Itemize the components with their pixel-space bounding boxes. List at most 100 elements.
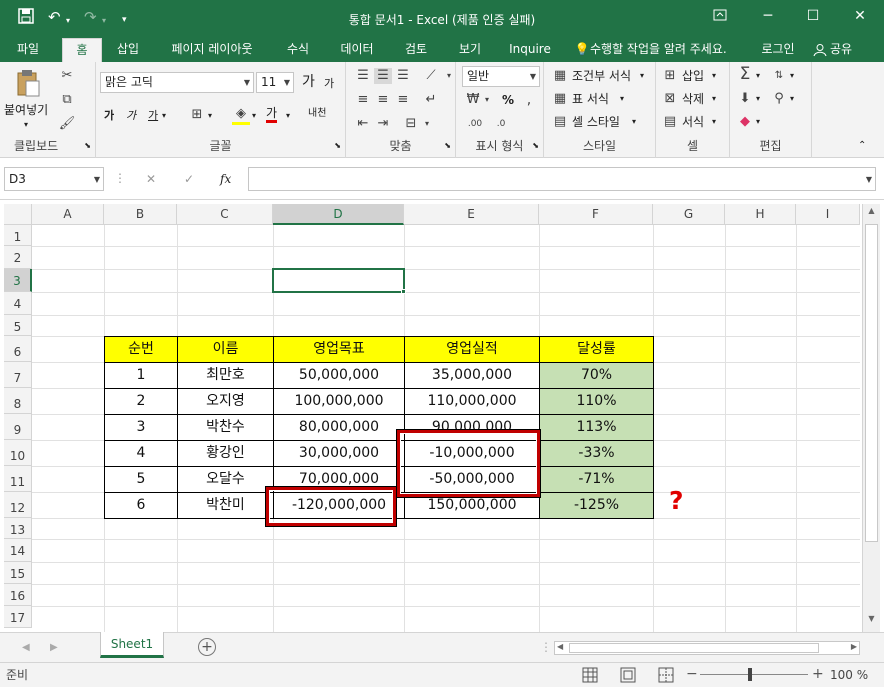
sheet-tab-sheet1[interactable]: Sheet1 bbox=[100, 632, 164, 658]
col-header-a[interactable]: A bbox=[32, 204, 104, 225]
expand-formula-icon[interactable]: ▼ bbox=[866, 170, 872, 189]
active-cell-d3[interactable] bbox=[272, 268, 405, 293]
table-cell-rate[interactable]: -125% bbox=[539, 492, 654, 519]
increase-indent-icon[interactable]: ⇥ bbox=[374, 116, 392, 132]
enter-icon[interactable]: ✓ bbox=[184, 171, 194, 187]
fill-icon[interactable]: ⬇ bbox=[736, 91, 754, 107]
col-header-e[interactable]: E bbox=[404, 204, 539, 225]
table-cell[interactable]: 100,000,000 bbox=[273, 388, 405, 415]
row-header[interactable]: 16 bbox=[4, 584, 32, 606]
horizontal-scroll-thumb[interactable] bbox=[569, 643, 819, 653]
scroll-sheets-left-icon[interactable]: ◀ bbox=[22, 640, 30, 656]
format-table-button[interactable]: 표 서식 bbox=[572, 91, 609, 107]
paste-icon[interactable] bbox=[14, 68, 42, 98]
conditional-format-button[interactable]: 조건부 서식 bbox=[572, 68, 631, 84]
worksheet[interactable]: A B C D E F G H I 1 2 3 4 5 6 7 8 9 10 1… bbox=[0, 200, 884, 632]
format-painter-icon[interactable]: 🖌 bbox=[58, 116, 76, 132]
tab-view[interactable]: 보기 bbox=[450, 38, 490, 62]
tab-file[interactable]: 파일 bbox=[8, 38, 48, 62]
col-header-g[interactable]: G bbox=[653, 204, 725, 225]
table-cell-rate[interactable]: 70% bbox=[539, 362, 654, 389]
dialog-launcher-icon[interactable]: ⬊ bbox=[444, 138, 451, 154]
comma-icon[interactable]: , bbox=[522, 92, 536, 108]
close-button[interactable]: ✕ bbox=[850, 8, 870, 24]
col-header-b[interactable]: B bbox=[104, 204, 177, 225]
table-cell[interactable]: 6 bbox=[104, 492, 178, 519]
table-cell[interactable]: 황강인 bbox=[177, 440, 274, 467]
shrink-font-button[interactable]: 가 bbox=[324, 76, 334, 92]
table-cell[interactable]: 오달수 bbox=[177, 466, 274, 493]
row-header[interactable]: 13 bbox=[4, 518, 32, 539]
font-color-dropdown-icon[interactable]: ▾ bbox=[286, 108, 290, 124]
scroll-up-icon[interactable]: ▲ bbox=[865, 206, 878, 220]
table-cell[interactable]: 1 bbox=[104, 362, 178, 389]
formula-input[interactable]: ▼ bbox=[248, 167, 876, 191]
tab-insert[interactable]: 삽입 bbox=[108, 38, 148, 62]
name-box[interactable]: D3 ▼ bbox=[4, 167, 104, 191]
table-cell[interactable]: 오지영 bbox=[177, 388, 274, 415]
align-middle-icon[interactable]: ☰ bbox=[374, 68, 392, 84]
align-right-icon[interactable]: ≡ bbox=[394, 92, 412, 108]
italic-button[interactable]: 가 bbox=[126, 108, 136, 124]
col-header-c[interactable]: C bbox=[177, 204, 273, 225]
tab-page-layout[interactable]: 페이지 레이아웃 bbox=[162, 38, 262, 62]
fill-dropdown-icon[interactable]: ▾ bbox=[756, 91, 760, 107]
col-header-f[interactable]: F bbox=[539, 204, 653, 225]
row-header[interactable]: 10 bbox=[4, 440, 32, 466]
row-header[interactable]: 9 bbox=[4, 414, 32, 440]
row-header[interactable]: 4 bbox=[4, 292, 32, 315]
format-table-dropdown-icon[interactable]: ▾ bbox=[620, 91, 624, 107]
sign-in-link[interactable]: 로그인 bbox=[756, 38, 800, 62]
row-header[interactable]: 11 bbox=[4, 466, 32, 492]
page-break-view-icon[interactable] bbox=[658, 667, 674, 683]
wrap-text-icon[interactable]: ↵ bbox=[422, 92, 440, 108]
table-cell[interactable]: 박찬미 bbox=[177, 492, 274, 519]
dialog-launcher-icon[interactable]: ⬊ bbox=[334, 138, 341, 154]
row-header[interactable]: 5 bbox=[4, 315, 32, 336]
table-header-no[interactable]: 순번 bbox=[104, 336, 178, 363]
format-table-icon[interactable]: ▦ bbox=[552, 91, 568, 107]
paste-button-label[interactable]: 붙여넣기 bbox=[4, 102, 48, 118]
collapse-ribbon-icon[interactable]: ⌃ bbox=[858, 138, 866, 154]
clear-icon[interactable]: ◆ bbox=[736, 114, 754, 130]
orientation-icon[interactable]: ⟋ bbox=[422, 68, 440, 84]
vertical-scrollbar[interactable]: ▲ ▼ bbox=[862, 204, 880, 632]
percent-button[interactable]: % bbox=[502, 92, 514, 108]
scroll-down-icon[interactable]: ▼ bbox=[865, 614, 878, 628]
insert-dropdown-icon[interactable]: ▾ bbox=[712, 68, 716, 84]
row-header[interactable]: 1 bbox=[4, 225, 32, 246]
underline-dropdown-icon[interactable]: ▾ bbox=[162, 108, 166, 124]
row-header[interactable]: 3 bbox=[4, 269, 32, 292]
border-dropdown-icon[interactable]: ▾ bbox=[208, 108, 212, 124]
font-color-button[interactable]: 가 bbox=[266, 106, 278, 123]
table-cell[interactable]: 최만호 bbox=[177, 362, 274, 389]
conditional-format-icon[interactable]: ▦ bbox=[552, 68, 568, 84]
scroll-right-icon[interactable]: ▶ bbox=[851, 642, 857, 651]
scroll-sheets-right-icon[interactable]: ▶ bbox=[50, 640, 58, 656]
row-header[interactable]: 15 bbox=[4, 562, 32, 584]
format-cells-button[interactable]: 서식 bbox=[682, 114, 704, 130]
zoom-in-icon[interactable]: + bbox=[812, 666, 824, 682]
tell-me-search[interactable]: 수행할 작업을 알려 주세요. bbox=[590, 38, 742, 62]
format-cells-icon[interactable]: ▤ bbox=[662, 114, 678, 130]
col-header-i[interactable]: I bbox=[796, 204, 860, 225]
sort-filter-icon[interactable]: ⇅ bbox=[770, 68, 788, 84]
merge-dropdown-icon[interactable]: ▾ bbox=[422, 116, 432, 132]
cell-styles-icon[interactable]: ▤ bbox=[552, 114, 568, 130]
vertical-scroll-thumb[interactable] bbox=[865, 224, 878, 542]
autosum-icon[interactable]: Σ bbox=[736, 66, 754, 83]
copy-icon[interactable]: ⧉ bbox=[58, 92, 76, 108]
align-bottom-icon[interactable]: ☰ bbox=[394, 68, 412, 84]
format-dropdown-icon[interactable]: ▾ bbox=[712, 114, 716, 130]
select-all-button[interactable] bbox=[4, 204, 32, 225]
tab-inquire[interactable]: Inquire bbox=[502, 38, 558, 62]
delete-dropdown-icon[interactable]: ▾ bbox=[712, 91, 716, 107]
phonetic-button[interactable]: 내천 bbox=[308, 106, 326, 122]
table-header-target[interactable]: 영업목표 bbox=[273, 336, 405, 363]
table-cell-rate[interactable]: -71% bbox=[539, 466, 654, 493]
row-header[interactable]: 17 bbox=[4, 606, 32, 628]
font-size-combo[interactable]: 11 ▼ bbox=[256, 72, 294, 93]
row-header[interactable]: 6 bbox=[4, 336, 32, 362]
delete-cells-icon[interactable]: ⊠ bbox=[662, 91, 678, 107]
zoom-slider-track[interactable] bbox=[700, 674, 808, 675]
